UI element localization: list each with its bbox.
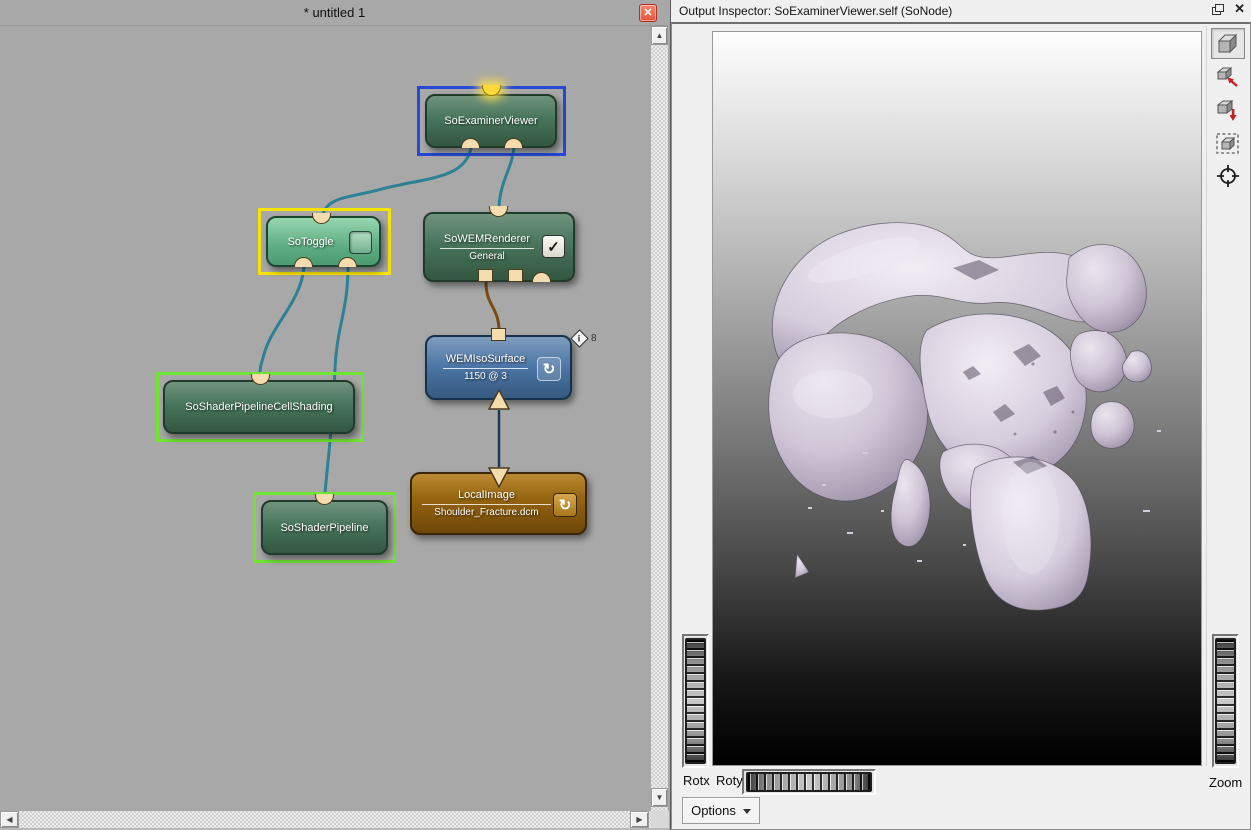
input-connector-triangle[interactable] (487, 388, 511, 411)
roty-wheel-frame (742, 769, 876, 795)
inspector-title: Output Inspector: SoExaminerViewer.self … (679, 4, 952, 18)
zoom-wheel-frame (1212, 634, 1239, 768)
bone-mesh-render (713, 32, 1203, 767)
reload-button[interactable]: ↻ (537, 357, 561, 381)
view-all-button[interactable] (1211, 94, 1245, 125)
zoom-label: Zoom (1209, 775, 1242, 790)
zoom-thumbwheel[interactable] (1215, 638, 1236, 764)
node-divider (422, 504, 550, 505)
node-label: SoShaderPipelineCellShading (185, 401, 332, 413)
document-titlebar[interactable]: * untitled 1 ✕ (0, 0, 669, 26)
output-connector-triangle[interactable] (487, 466, 511, 489)
rotx-label: Rotx (683, 773, 710, 788)
node-sublabel: Shoulder_Fracture.dcm (434, 507, 539, 518)
scroll-left-button[interactable]: ◀ (0, 811, 19, 828)
node-soshaderpipelinecellshading[interactable]: SoShaderPipelineCellShading (163, 380, 355, 434)
inspector-titlebar[interactable]: Output Inspector: SoExaminerViewer.self … (671, 0, 1251, 22)
options-button[interactable]: Options (682, 797, 760, 824)
network-canvas[interactable]: SoExaminerViewer SoToggle SoWEMRenderer … (0, 26, 651, 811)
output-inspector-panel: Output Inspector: SoExaminerViewer.self … (670, 0, 1251, 830)
cube-icon (1215, 31, 1241, 57)
view-all-icon (1215, 97, 1241, 123)
seek-object-icon (1215, 64, 1241, 90)
close-icon: ✕ (643, 7, 652, 19)
viewer-3d-viewport[interactable] (712, 31, 1202, 766)
toggle-checkbox[interactable] (349, 231, 372, 254)
output-connector-square[interactable] (491, 328, 506, 341)
chevron-down-icon (743, 809, 751, 814)
rotx-wheel-frame (682, 634, 709, 768)
close-document-button[interactable]: ✕ (639, 4, 657, 22)
horizontal-scrollbar[interactable]: ◀ ▶ (0, 811, 651, 828)
options-button-label: Options (691, 803, 736, 818)
close-inspector-button[interactable]: ✕ (1234, 2, 1245, 16)
inspector-body: Rotx Roty Zoom Options (671, 22, 1251, 830)
node-divider (440, 248, 535, 249)
perspective-toggle-button[interactable] (1211, 28, 1245, 59)
float-window-icon[interactable] (1212, 4, 1224, 15)
node-sowemrenderer[interactable]: SoWEMRenderer General ✓ (423, 212, 575, 282)
info-badge: i 8 (573, 332, 597, 345)
input-connector-square[interactable] (478, 269, 493, 282)
node-soexaminerviewer[interactable]: SoExaminerViewer (425, 94, 557, 148)
crosshair-icon (1215, 163, 1241, 189)
seek-object-button[interactable] (1211, 61, 1245, 92)
node-label: LocalImage (458, 489, 515, 501)
view-selection-icon (1215, 130, 1241, 156)
renderer-checkbox[interactable]: ✓ (542, 235, 565, 258)
node-label: SoWEMRenderer (444, 233, 530, 245)
document-title: * untitled 1 (304, 5, 365, 20)
reload-icon: ↻ (559, 496, 572, 514)
info-badge-count: 8 (591, 333, 597, 344)
reload-icon: ↻ (543, 360, 556, 378)
node-label: SoExaminerViewer (444, 115, 537, 127)
node-sublabel: General (469, 251, 505, 262)
check-icon: ✓ (547, 238, 560, 256)
vertical-scrollbar[interactable]: ▲ ▼ (651, 26, 668, 811)
seek-point-button[interactable] (1211, 160, 1245, 191)
node-label: SoToggle (288, 236, 334, 248)
scroll-up-button[interactable]: ▲ (651, 26, 668, 45)
node-sublabel: 1150 @ 3 (464, 371, 507, 382)
node-soshaderpipeline[interactable]: SoShaderPipeline (261, 500, 388, 555)
scroll-down-button[interactable]: ▼ (651, 788, 668, 807)
view-selection-button[interactable] (1211, 127, 1245, 158)
scrollbar-corner (651, 811, 669, 828)
input-connector-square[interactable] (508, 269, 523, 282)
scroll-right-button[interactable]: ▶ (630, 811, 649, 828)
rotx-thumbwheel[interactable] (685, 638, 706, 764)
node-label: SoShaderPipeline (280, 522, 368, 534)
info-diamond-icon: i (570, 329, 588, 347)
reload-button[interactable]: ↻ (553, 493, 577, 517)
roty-thumbwheel[interactable] (746, 772, 872, 792)
node-label: WEMIsoSurface (446, 353, 525, 365)
roty-label: Roty (716, 773, 743, 788)
network-editor-panel: * untitled 1 ✕ SoExaminerViewer (0, 0, 669, 830)
mevislab-window: * untitled 1 ✕ SoExaminerViewer (0, 0, 1251, 830)
node-divider (443, 368, 529, 369)
